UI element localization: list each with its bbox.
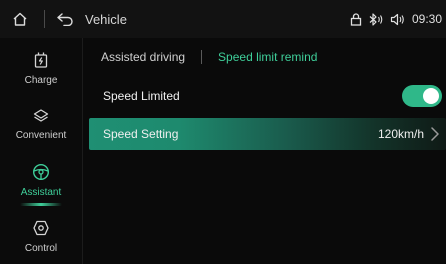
main-panel: Assisted driving Speed limit remind Spee… [83,38,446,264]
status-bar: Vehicle 09:30 [0,0,446,38]
status-divider [44,10,45,28]
sidebar: Charge Convenient Assistant Control [0,38,83,264]
sidebar-item-control[interactable]: Control [0,208,82,264]
lock-icon [350,12,362,26]
tab-divider [201,50,203,64]
sidebar-item-label: Convenient [15,129,67,141]
home-icon [13,12,27,26]
charge-icon [34,52,48,68]
speed-setting-value: 120km/h [377,127,424,141]
convenient-icon [33,108,49,122]
speed-limited-label: Speed Limited [103,89,180,103]
clock: 09:30 [411,12,442,26]
sidebar-item-label: Charge [24,74,58,86]
chevron-right-icon [431,127,439,141]
status-indicators: 09:30 [350,0,442,38]
sidebar-item-convenient[interactable]: Convenient [0,96,82,152]
active-indicator [20,203,62,206]
speed-setting-row[interactable]: Speed Setting 120km/h [89,118,446,150]
volume-icon [390,13,406,26]
sidebar-item-label: Assistant [20,186,62,198]
back-icon [57,13,73,26]
speed-limited-toggle[interactable] [402,85,442,107]
sidebar-item-assistant[interactable]: Assistant [0,152,82,208]
home-button[interactable] [0,0,40,38]
tab-bar: Assisted driving Speed limit remind [83,38,446,76]
control-icon [33,220,49,235]
speed-limited-row: Speed Limited [89,80,446,112]
back-button[interactable] [51,0,79,38]
sidebar-item-charge[interactable]: Charge [0,40,82,96]
toggle-knob [423,88,439,104]
tab-speed-limit-remind[interactable]: Speed limit remind [218,50,317,64]
tab-assisted-driving[interactable]: Assisted driving [101,50,185,64]
sidebar-item-label: Control [24,242,58,254]
speed-setting-label: Speed Setting [103,127,179,141]
bluetooth-icon [368,12,384,26]
steering-wheel-icon [32,163,50,180]
page-title: Vehicle [85,11,127,27]
